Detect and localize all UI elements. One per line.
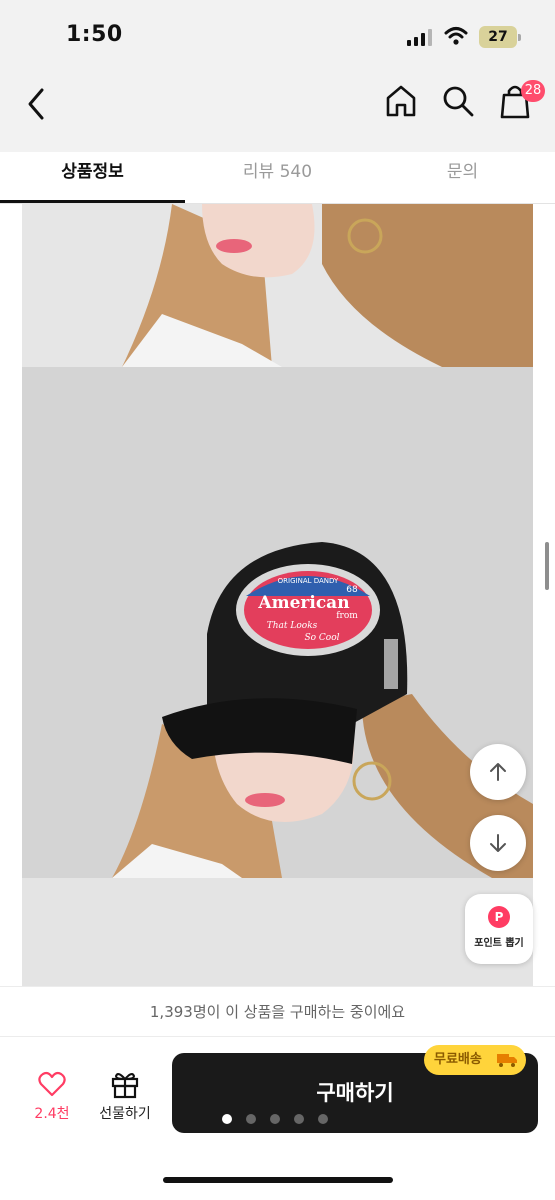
point-draw-label: 포인트 뽑기 (474, 938, 524, 949)
heart-icon (38, 1071, 66, 1097)
point-icon: P (488, 906, 510, 928)
wifi-icon (444, 27, 468, 45)
battery-cap (518, 34, 521, 41)
product-tabs: 상품정보 리뷰 540 문의 (0, 152, 555, 204)
home-indicator (163, 1177, 393, 1183)
battery-indicator: 27 (479, 26, 521, 48)
purchasing-now-banner: 1,393명이 이 상품을 구매하는 중이에요 (0, 986, 555, 1036)
carousel-dot[interactable] (270, 1114, 280, 1124)
truck-icon (497, 1054, 517, 1067)
tab-product-info[interactable]: 상품정보 (0, 152, 185, 204)
patch-line1-text: That Looks (267, 621, 318, 631)
top-nav (0, 76, 555, 154)
purchasing-now-text: 1,393명이 이 상품을 구매하는 중이에요 (149, 1003, 406, 1021)
signal-icon (407, 29, 432, 46)
arrow-up-icon (490, 763, 506, 781)
carousel-dot[interactable] (294, 1114, 304, 1124)
patch-line2-text: So Cool (304, 633, 339, 643)
patch-top-text: ORIGINAL DANDY (278, 577, 339, 585)
arrow-down-icon (490, 834, 506, 852)
point-draw-button[interactable]: P 포인트 뽑기 (465, 894, 533, 964)
back-icon[interactable] (20, 84, 54, 124)
product-detail-content: ORIGINAL DANDY 68 American from That Loo… (0, 204, 555, 986)
scrollbar-thumb[interactable] (545, 542, 549, 590)
gift-button[interactable]: 선물하기 (92, 1067, 158, 1131)
scroll-down-button[interactable] (470, 815, 526, 871)
search-icon[interactable] (441, 84, 475, 118)
carousel-dot[interactable] (222, 1114, 232, 1124)
active-tab-indicator (0, 200, 185, 203)
carousel-dot[interactable] (318, 1114, 328, 1124)
status-time: 1:50 (66, 22, 123, 47)
home-icon[interactable] (384, 83, 418, 119)
free-shipping-badge: 무료배송 (424, 1045, 526, 1075)
gift-label: 선물하기 (99, 1106, 151, 1122)
tab-reviews[interactable]: 리뷰 540 (185, 152, 370, 204)
free-shipping-label: 무료배송 (434, 1052, 482, 1067)
tab-inquiry[interactable]: 문의 (370, 152, 555, 204)
scroll-up-button[interactable] (470, 744, 526, 800)
like-button[interactable]: 2.4천 (22, 1067, 82, 1131)
gift-icon (111, 1073, 139, 1099)
product-detail-photo: ORIGINAL DANDY 68 American from That Loo… (22, 204, 533, 986)
patch-main-text: American (257, 593, 349, 613)
carousel-dots (222, 1114, 332, 1124)
carousel-dot[interactable] (246, 1114, 256, 1124)
status-bar: 1:50 27 (0, 0, 555, 76)
patch-from-text: from (336, 611, 358, 621)
like-count: 2.4천 (34, 1106, 70, 1122)
cart-count-badge: 28 (521, 80, 545, 102)
battery-level: 27 (488, 29, 508, 45)
